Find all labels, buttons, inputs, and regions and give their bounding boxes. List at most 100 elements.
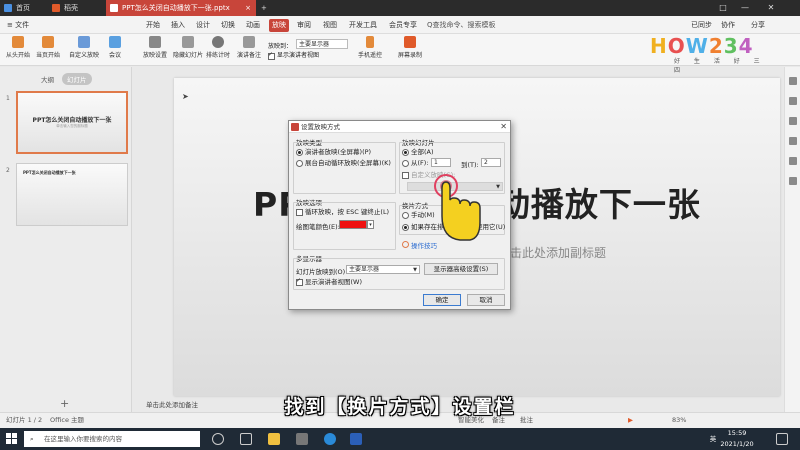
screen-record-button[interactable]: 屏幕录制 bbox=[395, 36, 425, 59]
slide-thumbnail-2[interactable]: PPT怎么关闭自动播放下一张 bbox=[16, 163, 128, 226]
phone-remote-button[interactable]: 手机遥控 bbox=[355, 36, 385, 59]
play-from-start-button[interactable]: 从头开始 bbox=[4, 36, 32, 59]
menu-member[interactable]: 会员专享 bbox=[386, 19, 420, 32]
show-settings-button[interactable]: 放映设置 bbox=[140, 36, 170, 59]
tab-home-label: 首页 bbox=[16, 4, 30, 12]
custom-show-button[interactable]: 自定义放映 bbox=[68, 36, 100, 59]
menu-view[interactable]: 视图 bbox=[320, 19, 340, 32]
custom-show-icon bbox=[78, 36, 90, 48]
settings-icon bbox=[149, 36, 161, 48]
ok-button[interactable]: 确定 bbox=[423, 294, 461, 306]
taskbar-clock[interactable]: 15:59 2021/1/20 bbox=[712, 428, 762, 450]
sync-status[interactable]: 已同步 bbox=[688, 19, 715, 32]
tab-document-label: PPT怎么关闭自动播放下一张.pptx bbox=[122, 4, 230, 12]
hide-slide-button[interactable]: 隐藏幻灯片 bbox=[172, 36, 204, 59]
sidebar-tool-icon[interactable] bbox=[789, 117, 797, 125]
timer-icon bbox=[212, 36, 224, 48]
presenter-view-checkbox[interactable]: 显示演讲者视图 bbox=[268, 51, 319, 60]
manual-advance-radio[interactable]: 手动(M) bbox=[402, 211, 435, 219]
mouse-cursor-icon: ➤ bbox=[182, 92, 189, 101]
slide-thumbnail-1[interactable]: PPT怎么关闭自动播放下一张 单击输入您的副标题 bbox=[16, 91, 128, 154]
display-settings-button[interactable]: 显示器高级设置(S) bbox=[424, 263, 498, 275]
sidebar-tool-icon[interactable] bbox=[789, 177, 797, 185]
tab-outline[interactable]: 大纲 bbox=[36, 73, 59, 85]
meeting-label: 会议 bbox=[108, 52, 121, 59]
pen-color-label: 绘图笔颜色(E): bbox=[296, 223, 340, 231]
menu-transition[interactable]: 切换 bbox=[218, 19, 238, 32]
window-minimize-icon[interactable]: — bbox=[734, 0, 756, 16]
menu-animation[interactable]: 动画 bbox=[243, 19, 263, 32]
sidebar-tool-icon[interactable] bbox=[789, 77, 797, 85]
to-slide-spinner[interactable]: 2 bbox=[481, 158, 501, 167]
from-slide-spinner[interactable]: 1 bbox=[431, 158, 451, 167]
screen-record-label: 屏幕录制 bbox=[397, 52, 422, 59]
play-current-label: 当页开始 bbox=[35, 52, 60, 59]
tab-docer-label: 稻壳 bbox=[64, 4, 78, 12]
menu-bar: ≡ 文件 开始 插入 设计 切换 动画 放映 审阅 视图 开发工具 会员专享 Q… bbox=[0, 16, 800, 34]
pen-color-swatch[interactable] bbox=[339, 220, 367, 229]
file-menu[interactable]: ≡ 文件 bbox=[4, 19, 32, 32]
presenter-view-dialog-checkbox[interactable]: 显示演讲者视图(W) bbox=[296, 277, 362, 286]
sidebar-tool-icon[interactable] bbox=[789, 157, 797, 165]
windows-start-icon[interactable] bbox=[6, 433, 18, 445]
chevron-down-icon[interactable]: ▾ bbox=[367, 220, 374, 229]
hide-slide-icon bbox=[182, 36, 194, 48]
edge-icon[interactable] bbox=[324, 433, 336, 445]
notifications-icon[interactable] bbox=[776, 433, 788, 445]
pointing-hand-icon bbox=[434, 174, 481, 241]
window-close-icon[interactable]: ✕ bbox=[760, 0, 782, 16]
menu-developer[interactable]: 开发工具 bbox=[346, 19, 380, 32]
phone-icon bbox=[366, 36, 374, 48]
speaker-notes-button[interactable]: 演讲备注 bbox=[235, 36, 263, 59]
slide-subtitle[interactable]: 单击此处添加副标题 bbox=[498, 244, 606, 261]
record-icon bbox=[404, 36, 416, 48]
sidebar-tool-icon[interactable] bbox=[789, 137, 797, 145]
tab-home[interactable]: 首页 bbox=[0, 0, 48, 16]
dialog-app-icon bbox=[291, 123, 299, 131]
menu-slideshow[interactable]: 放映 bbox=[269, 19, 289, 32]
wps-icon[interactable] bbox=[350, 433, 362, 445]
new-tab-icon[interactable]: + bbox=[258, 0, 272, 16]
monitor-select-value: 主要显示器 bbox=[349, 266, 380, 273]
display-to-select[interactable]: 主要显示器 bbox=[296, 39, 348, 49]
logo-text: HOW234 bbox=[650, 34, 754, 58]
dialog-title: 设置放映方式 bbox=[301, 123, 340, 131]
all-slides-radio[interactable]: 全部(A) bbox=[402, 148, 434, 156]
monitor-select[interactable]: 主要显示器 ▼ bbox=[346, 265, 420, 274]
loop-checkbox[interactable]: 循环放映，按 ESC 键终止(L) bbox=[296, 208, 389, 216]
taskbar-search-input[interactable]: ⌕ 在这里输入你要搜索的内容 bbox=[24, 431, 200, 447]
cancel-button[interactable]: 取消 bbox=[467, 294, 505, 306]
collaborate-button[interactable]: 协作 bbox=[718, 19, 738, 32]
sidebar-tool-icon[interactable] bbox=[789, 97, 797, 105]
command-search[interactable]: Q查找命令、搜索模板 bbox=[427, 19, 496, 32]
slide-number: 1 bbox=[6, 95, 10, 102]
rehearse-timing-label: 排练计时 bbox=[205, 52, 230, 59]
cortana-icon[interactable] bbox=[212, 433, 224, 445]
speaker-notes-label: 演讲备注 bbox=[236, 52, 261, 59]
play-current-button[interactable]: 当页开始 bbox=[34, 36, 62, 59]
tab-docer[interactable]: 稻壳 bbox=[48, 0, 106, 16]
meeting-icon bbox=[109, 36, 121, 48]
clock-date: 2021/1/20 bbox=[720, 440, 754, 448]
thumb-subtitle: 单击输入您的副标题 bbox=[56, 124, 88, 128]
meeting-button[interactable]: 会议 bbox=[104, 36, 126, 59]
video-caption: 找到【换片方式】设置栏 bbox=[284, 396, 516, 418]
presenter-mode-radio[interactable]: 演讲者放映(全屏幕)(P) bbox=[296, 148, 371, 156]
menu-design[interactable]: 设计 bbox=[193, 19, 213, 32]
menu-review[interactable]: 审阅 bbox=[294, 19, 314, 32]
close-icon[interactable]: ✕ bbox=[500, 121, 507, 133]
menu-start[interactable]: 开始 bbox=[143, 19, 163, 32]
task-view-icon[interactable] bbox=[240, 433, 252, 445]
tab-slides[interactable]: 幻灯片 bbox=[62, 73, 92, 85]
menu-insert[interactable]: 插入 bbox=[168, 19, 188, 32]
rehearse-timing-button[interactable]: 排练计时 bbox=[204, 36, 232, 59]
from-slide-radio[interactable]: 从(F): bbox=[402, 159, 429, 167]
kiosk-mode-radio[interactable]: 展台自动循环放映(全屏幕)(K) bbox=[296, 159, 391, 167]
title-tab-bar: 首页 稻壳 PPT怎么关闭自动播放下一张.pptx × + □ — ✕ bbox=[0, 0, 800, 16]
tab-document[interactable]: PPT怎么关闭自动播放下一张.pptx × bbox=[106, 0, 256, 16]
file-explorer-icon[interactable] bbox=[268, 433, 280, 445]
share-button[interactable]: 分享 bbox=[748, 19, 768, 32]
close-tab-icon[interactable]: × bbox=[245, 0, 251, 16]
store-icon[interactable] bbox=[296, 433, 308, 445]
window-restore-icon[interactable]: □ bbox=[712, 0, 734, 16]
